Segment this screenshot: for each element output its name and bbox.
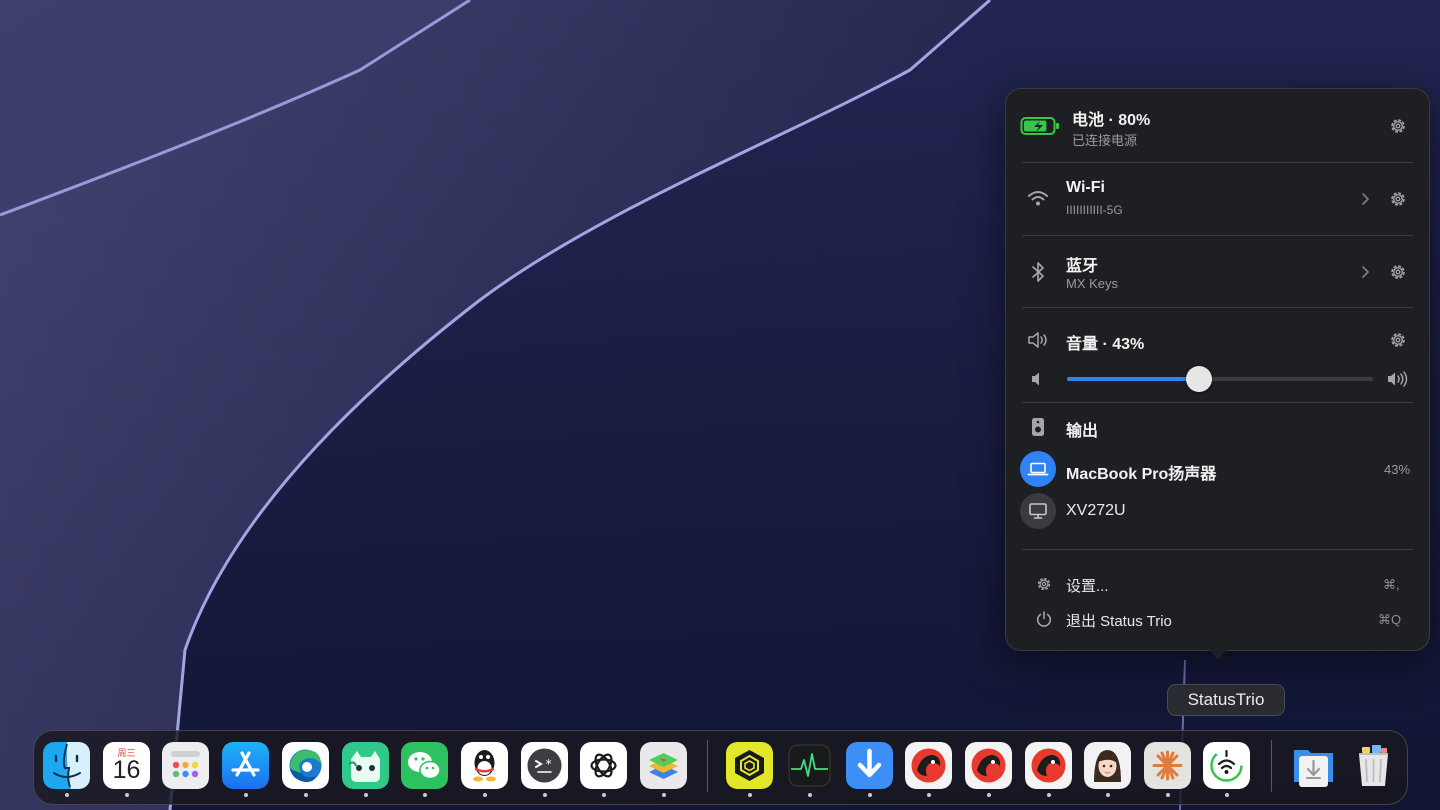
settings-menu-item[interactable]: 设置... [1066, 575, 1109, 596]
avatar-app-icon[interactable] [1084, 742, 1131, 789]
speaker-icon [1026, 330, 1050, 350]
divider [1022, 235, 1413, 236]
running-indicator-dot [542, 793, 547, 797]
dock-separator [707, 740, 708, 792]
output-device-macbook-icon-circle [1020, 451, 1056, 487]
edge-icon[interactable] [282, 742, 329, 789]
divider [1022, 307, 1413, 308]
svg-text:*: * [545, 757, 552, 771]
dock-separator [1271, 740, 1272, 792]
launchpad-icon[interactable] [162, 742, 209, 789]
red-app-2-icon[interactable] [965, 742, 1012, 789]
red-app-1-icon[interactable] [905, 742, 952, 789]
battery-status: 已连接电源 [1072, 133, 1138, 148]
running-indicator-dot [243, 793, 248, 797]
divider [1022, 549, 1413, 550]
downloader-icon[interactable] [846, 742, 893, 789]
app-store-icon[interactable] [222, 742, 269, 789]
wechat-icon[interactable] [401, 742, 448, 789]
quit-shortcut: ⌘Q [1378, 612, 1402, 627]
wifi-title: Wi-Fi [1066, 179, 1105, 196]
cube-app-icon[interactable] [726, 742, 773, 789]
menu-pointer-caret [1207, 648, 1229, 660]
running-indicator-dot [661, 793, 666, 797]
power-icon [1036, 611, 1052, 627]
output-device-monitor-name[interactable]: XV272U [1066, 502, 1126, 520]
divider [1022, 402, 1413, 403]
running-indicator-dot [64, 793, 69, 797]
bluetooth-settings-gear-icon[interactable] [1388, 262, 1408, 282]
volume-slider[interactable] [1067, 366, 1373, 392]
output-speaker-device-icon [1030, 417, 1046, 437]
activity-monitor-icon[interactable] [786, 742, 833, 789]
volume-settings-gear-icon[interactable] [1388, 330, 1408, 350]
dock-tooltip: StatusTrio [1167, 684, 1285, 716]
running-indicator-dot [601, 793, 606, 797]
output-title: 输出 [1066, 423, 1099, 440]
quit-menu-item[interactable]: 退出 Status Trio [1066, 610, 1172, 631]
terminal-icon[interactable]: * [521, 742, 568, 789]
red-app-3-icon[interactable] [1025, 742, 1072, 789]
chatgpt-icon[interactable] [580, 742, 627, 789]
bluetooth-chevron-right-icon[interactable] [1360, 265, 1370, 279]
running-indicator-dot [747, 793, 752, 797]
running-indicator-dot [986, 793, 991, 797]
output-device-macbook-name[interactable]: MacBook Pro扬声器 [1066, 460, 1216, 484]
calendar-icon[interactable]: 周三 16 [103, 742, 150, 789]
volume-title: 音量 · 43% [1066, 336, 1145, 353]
bluetooth-icon [1028, 260, 1048, 284]
wifi-chevron-right-icon[interactable] [1360, 192, 1370, 206]
cat-app-icon[interactable] [342, 742, 389, 789]
wifi-settings-gear-icon[interactable] [1388, 189, 1408, 209]
qq-icon[interactable] [461, 742, 508, 789]
running-indicator-dot [867, 793, 872, 797]
settings-shortcut: ⌘, [1383, 577, 1400, 592]
running-indicator-dot [422, 793, 427, 797]
running-indicator-dot [1224, 793, 1229, 797]
running-indicator-dot [807, 793, 812, 797]
downloads-folder-icon[interactable] [1290, 742, 1337, 789]
divider [1022, 162, 1413, 163]
bluetooth-title: 蓝牙 [1066, 258, 1099, 275]
output-device-macbook-level: 43% [1384, 462, 1411, 477]
status-trio-menu: 电池 · 80% 已连接电源 Wi-Fi IIIIIIIIIII-5G 蓝牙 M… [1005, 88, 1430, 651]
running-indicator-dot [926, 793, 931, 797]
volume-low-icon [1028, 370, 1046, 388]
volume-high-icon [1386, 368, 1412, 390]
bluetooth-device-name: MX Keys [1066, 276, 1119, 291]
monitor-icon [1029, 503, 1047, 519]
output-device-monitor-icon-circle[interactable] [1020, 493, 1056, 529]
running-indicator-dot [1165, 793, 1170, 797]
finder-icon[interactable] [43, 742, 90, 789]
laptop-icon [1027, 462, 1049, 476]
status-trio-icon[interactable] [1203, 742, 1250, 789]
battery-settings-gear-icon[interactable] [1388, 116, 1408, 136]
volume-slider-fill [1067, 377, 1199, 381]
claude-icon[interactable] [1144, 742, 1191, 789]
settings-gear-icon [1037, 577, 1051, 591]
running-indicator-dot [303, 793, 308, 797]
battery-charging-icon [1020, 115, 1060, 137]
running-indicator-dot [1105, 793, 1110, 797]
trash-icon[interactable] [1350, 742, 1397, 789]
wifi-network-name: IIIIIIIIIII-5G [1066, 203, 1123, 217]
running-indicator-dot [1046, 793, 1051, 797]
calendar-day: 16 [112, 756, 141, 784]
wifi-icon [1026, 188, 1050, 208]
bluestacks-icon[interactable] [640, 742, 687, 789]
battery-title: 电池 · 80% [1072, 112, 1151, 129]
running-indicator-dot [482, 793, 487, 797]
running-indicator-dot [363, 793, 368, 797]
volume-slider-thumb[interactable] [1185, 366, 1212, 392]
running-indicator-dot [124, 793, 129, 797]
